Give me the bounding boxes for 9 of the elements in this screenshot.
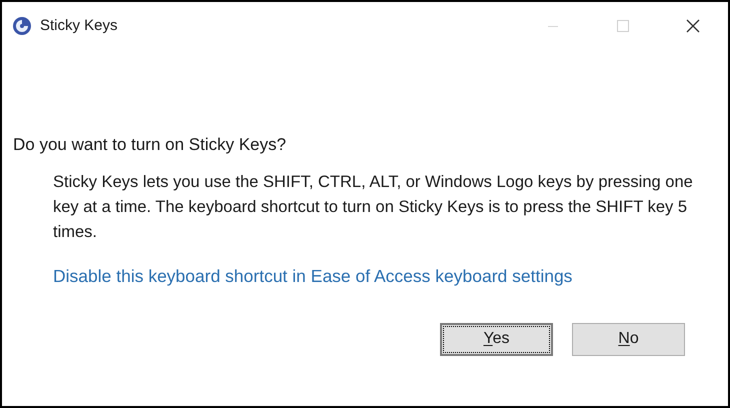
settings-link[interactable]: Disable this keyboard shortcut in Ease of Access keyboard settings — [53, 262, 572, 289]
maximize-icon — [617, 20, 629, 32]
dialog-button[interactable]: Yes — [440, 322, 553, 356]
app-icon — [12, 16, 32, 36]
window-title: Sticky Keys — [40, 16, 118, 36]
close-icon — [686, 19, 700, 33]
description-text: Sticky Keys lets you use the SHIFT, CTRL, ALT, or Windows Logo keys by pressing one key at a time. The keyboard shortcut to turn on Sticky Keys is to press the SHIFT key 5 times. — [53, 172, 694, 242]
dialog-button[interactable]: No — [572, 322, 685, 356]
question-text: Do you want to turn on Sticky Keys? — [13, 134, 288, 156]
